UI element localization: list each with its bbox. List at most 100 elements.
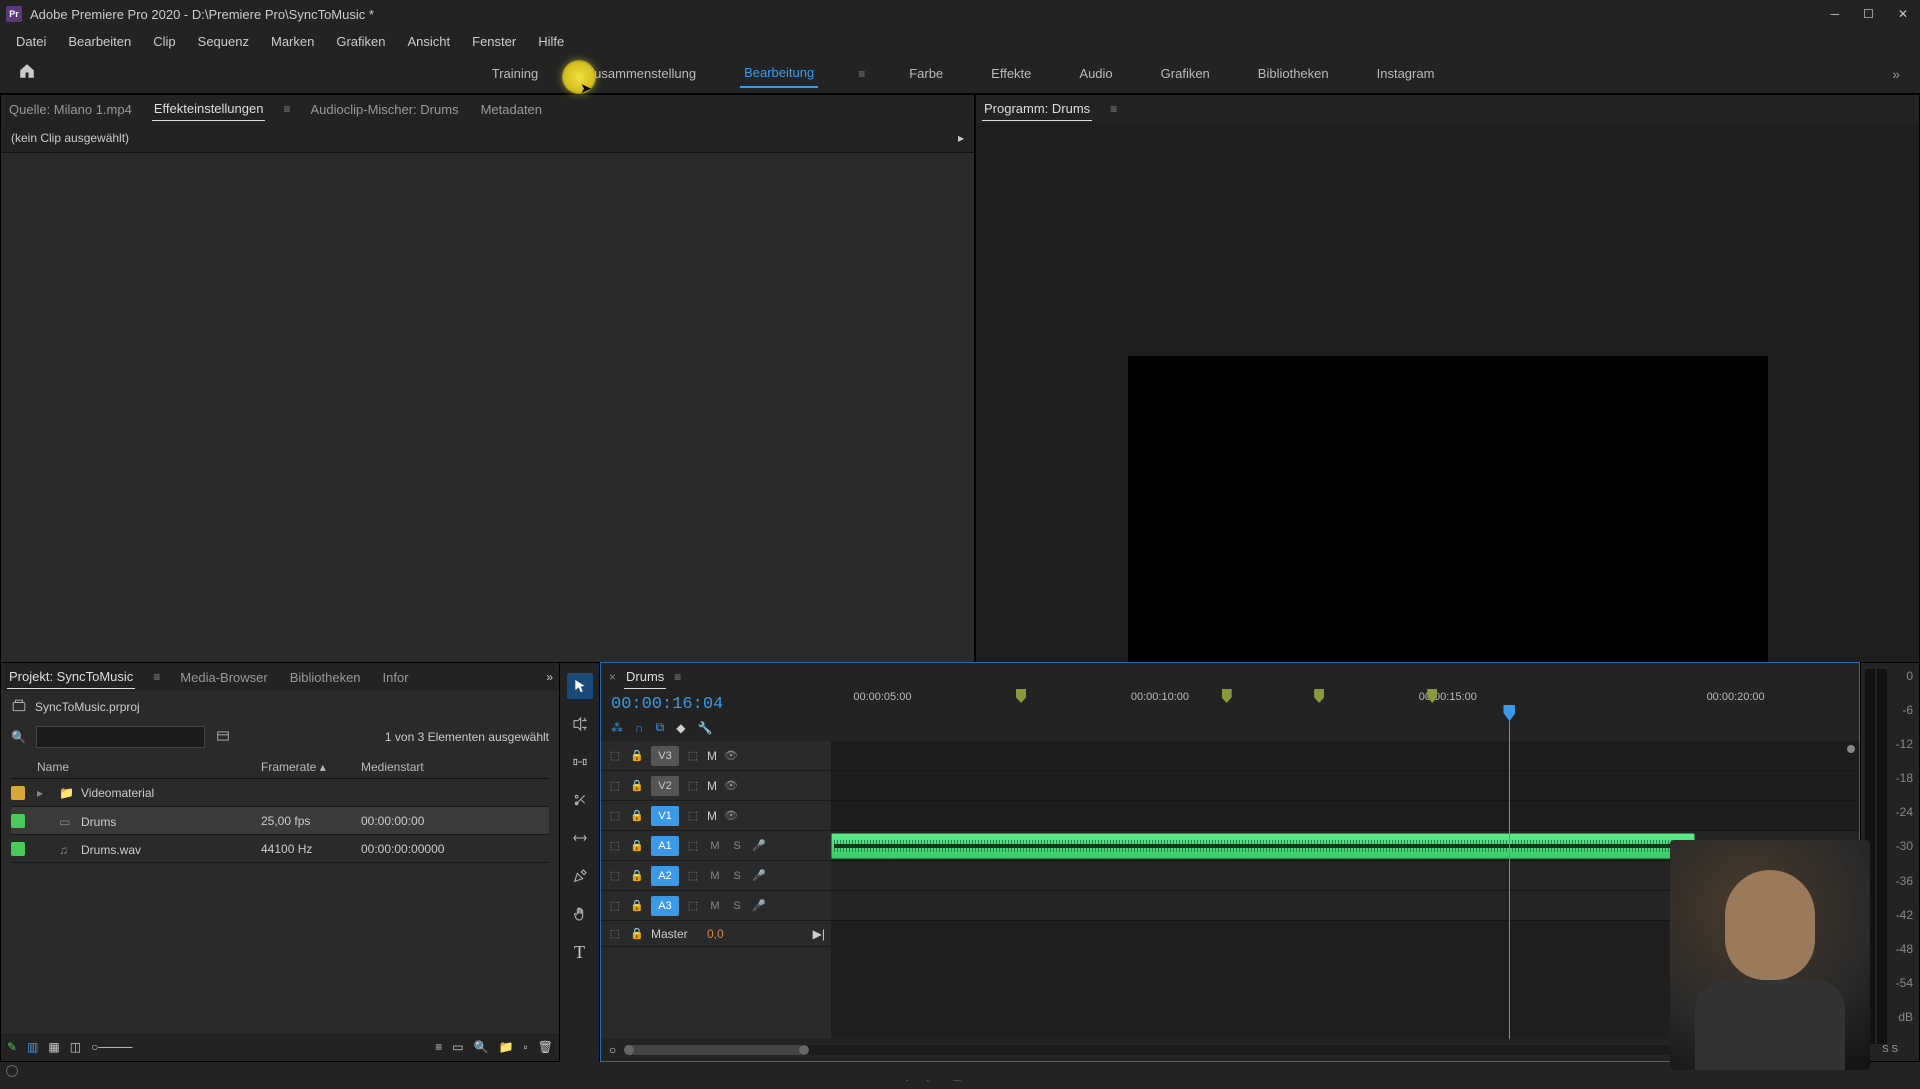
project-file[interactable]: SyncToMusic.prproj (35, 700, 140, 714)
program-menu-icon[interactable]: ≡ (1110, 102, 1117, 116)
lane-v1[interactable] (831, 801, 1859, 831)
table-row[interactable]: ▸📁Videomaterial (11, 779, 549, 807)
menu-grafiken[interactable]: Grafiken (326, 32, 395, 51)
timeline-menu-icon[interactable]: ≡ (674, 670, 681, 684)
menu-bearbeiten[interactable]: Bearbeiten (58, 32, 141, 51)
tab-audiomischer[interactable]: Audioclip-Mischer: Drums (308, 98, 460, 121)
find-icon[interactable]: 🔍 (474, 1040, 489, 1054)
ripple-edit-tool[interactable] (567, 749, 593, 775)
marker-icon[interactable] (1222, 689, 1232, 703)
maximize-button[interactable]: ☐ (1863, 7, 1874, 21)
zoom-out-icon[interactable]: ○ (609, 1043, 616, 1057)
tab-info[interactable]: Infor (381, 666, 411, 689)
meter-solo[interactable]: S S (1865, 1044, 1915, 1055)
ws-farbe[interactable]: Farbe (905, 60, 947, 87)
home-icon[interactable] (10, 58, 44, 89)
snap-icon[interactable]: ⁂ (611, 721, 623, 735)
table-row[interactable]: ♫Drums.wav44100 Hz00:00:00:00000 (11, 835, 549, 863)
timeline-zoom-bar[interactable] (624, 1045, 1836, 1055)
zoom-slider[interactable]: ○──── (91, 1040, 132, 1054)
tabs-overflow-icon[interactable]: » (546, 670, 553, 684)
ws-zusammenstellung[interactable]: Zusammenstellung (582, 60, 700, 87)
ws-overflow-icon[interactable]: » (1882, 62, 1910, 86)
disclosure-icon[interactable]: ▸ (958, 131, 964, 145)
bin-icon[interactable] (11, 699, 27, 716)
ws-bibliotheken[interactable]: Bibliotheken (1254, 60, 1333, 87)
track-a1[interactable]: A1 (651, 836, 679, 856)
ws-grafiken[interactable]: Grafiken (1157, 60, 1214, 87)
ws-effekte[interactable]: Effekte (987, 60, 1035, 87)
tab-metadaten[interactable]: Metadaten (479, 98, 544, 121)
master-val[interactable]: 0,0 (707, 927, 724, 941)
track-a2[interactable]: A2 (651, 866, 679, 886)
table-row[interactable]: ▭Drums25,00 fps00:00:00:00 (11, 807, 549, 835)
tab-bibliotheken[interactable]: Bibliotheken (288, 666, 363, 689)
close-tab-icon[interactable]: × (609, 670, 616, 684)
lane-v3[interactable] (831, 741, 1859, 771)
selection-tool[interactable] (567, 673, 593, 699)
scroll-indicator[interactable] (1847, 745, 1855, 753)
razor-tool[interactable] (567, 787, 593, 813)
playhead-line[interactable] (1509, 741, 1510, 1039)
panel-menu-icon[interactable]: ≡ (153, 670, 160, 684)
menu-datei[interactable]: Datei (6, 32, 56, 51)
track-v1[interactable]: V1 (651, 806, 679, 826)
new-bin-icon[interactable]: 📁 (499, 1040, 514, 1054)
close-button[interactable]: ✕ (1898, 7, 1908, 21)
trash-icon[interactable]: 🗑 (538, 1040, 553, 1054)
minimize-button[interactable]: ─ (1831, 7, 1840, 21)
menu-fenster[interactable]: Fenster (462, 32, 526, 51)
menu-sequenz[interactable]: Sequenz (188, 32, 259, 51)
audio-clip[interactable] (831, 833, 1695, 859)
tab-programm[interactable]: Programm: Drums (982, 97, 1092, 121)
track-master[interactable]: Master (651, 927, 701, 941)
settings-icon[interactable]: 🔧 (697, 721, 712, 735)
tab-effekteinstellungen[interactable]: Effekteinstellungen (152, 97, 266, 121)
slip-tool[interactable] (567, 825, 593, 851)
zoom-dot-right[interactable] (799, 1045, 809, 1055)
track-v3[interactable]: V3 (651, 746, 679, 766)
search-input[interactable] (36, 726, 205, 748)
marker-tool-icon[interactable]: ◆ (676, 721, 685, 735)
ws-audio[interactable]: Audio (1075, 60, 1116, 87)
freeform-view-icon[interactable]: ◫ (70, 1040, 81, 1054)
track-a3[interactable]: A3 (651, 896, 679, 916)
playhead-icon[interactable] (1503, 705, 1515, 721)
magnet-icon[interactable]: ∩ (635, 721, 644, 735)
menu-hilfe[interactable]: Hilfe (528, 32, 574, 51)
ws-instagram[interactable]: Instagram (1373, 60, 1439, 87)
tab-projekt[interactable]: Projekt: SyncToMusic (7, 665, 135, 689)
status-icon[interactable] (6, 1065, 18, 1077)
list-view-icon[interactable]: ▥ (27, 1040, 38, 1054)
col-framerate[interactable]: Framerate ▴ (261, 760, 361, 774)
lane-v2[interactable] (831, 771, 1859, 801)
menu-marken[interactable]: Marken (261, 32, 324, 51)
marker-icon[interactable] (1016, 689, 1026, 703)
filter-view-icon[interactable] (215, 729, 231, 746)
linked-select-icon[interactable]: ⧉ (656, 720, 665, 735)
tab-quelle[interactable]: Quelle: Milano 1.mp4 (7, 98, 134, 121)
menu-clip[interactable]: Clip (143, 32, 185, 51)
timeline-tab[interactable]: Drums (624, 665, 666, 689)
ws-menu-icon[interactable]: ≡ (858, 67, 865, 81)
tab-mediabrowser[interactable]: Media-Browser (178, 666, 269, 689)
hand-tool[interactable] (567, 901, 593, 927)
pen-tool[interactable] (567, 863, 593, 889)
marker-icon[interactable] (1314, 689, 1324, 703)
pencil-icon[interactable]: ✎ (7, 1040, 17, 1054)
track-select-tool[interactable] (567, 711, 593, 737)
goto-end-icon[interactable]: ▶| (813, 927, 825, 941)
panel-menu-icon[interactable]: ≡ (283, 102, 290, 116)
automate-icon[interactable]: ▭ (452, 1040, 463, 1054)
track-v2[interactable]: V2 (651, 776, 679, 796)
sort-icon[interactable]: ≡ (435, 1040, 442, 1054)
ws-bearbeitung[interactable]: Bearbeitung (740, 59, 818, 88)
col-medienstart[interactable]: Medienstart (361, 760, 549, 774)
ws-training[interactable]: Training (488, 60, 542, 87)
timeline-ruler[interactable]: 00:00:05:0000:00:10:0000:00:15:0000:00:2… (831, 691, 1859, 741)
zoom-thumb[interactable] (624, 1045, 804, 1055)
menu-ansicht[interactable]: Ansicht (397, 32, 460, 51)
new-item-icon[interactable]: ▫ (524, 1040, 528, 1054)
col-name[interactable]: Name (31, 760, 261, 774)
timeline-tc[interactable]: 00:00:16:04 (611, 695, 821, 714)
